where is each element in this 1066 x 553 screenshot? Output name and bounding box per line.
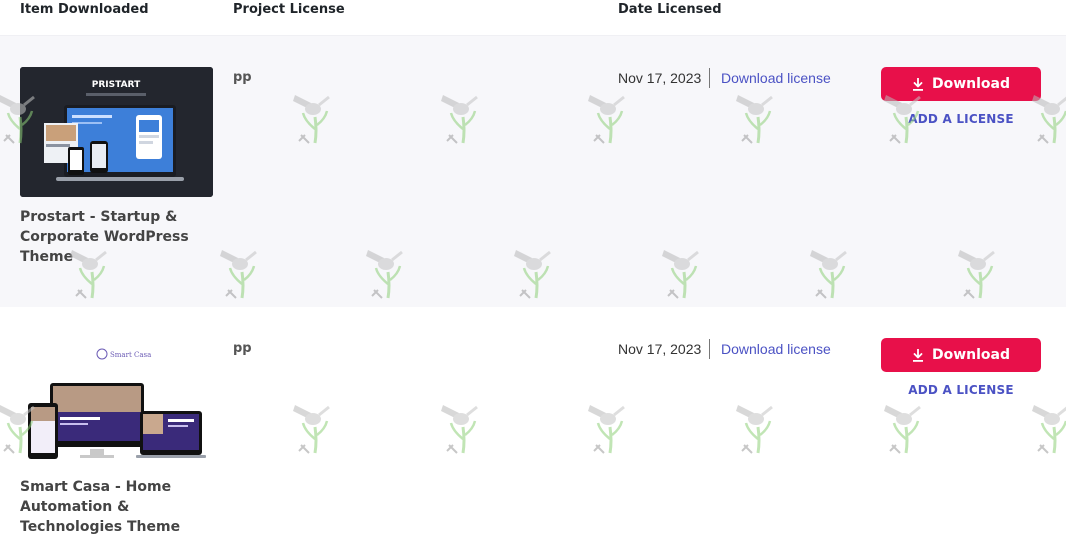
table-row: Smart Casa Smart Casa - Home Automation … [0,307,1066,553]
prostart-preview-image: PRISTART [20,67,213,197]
item-title[interactable]: Prostart - Startup & Corporate WordPress… [20,207,200,267]
thumb-logo: PRISTART [92,80,141,90]
download-license-link[interactable]: Download license [721,341,831,357]
download-button-label: Download [931,347,1011,363]
item-thumbnail[interactable]: Smart Casa [20,337,213,467]
thumb-logo: Smart Casa [110,351,151,359]
date-licensed: Nov 17, 2023 [618,341,702,357]
download-license-link[interactable]: Download license [721,70,831,86]
table-row: PRISTART Prostart - Startup & Corporate … [0,36,1066,307]
download-icon [912,348,923,362]
download-button-label: Download [931,76,1011,92]
table-header: Item Downloaded Project License Date Lic… [0,0,1066,36]
project-license: pp [233,341,252,356]
download-icon [912,77,923,91]
add-license-link[interactable]: ADD A LICENSE [881,112,1041,126]
item-title[interactable]: Smart Casa - Home Automation & Technolog… [20,477,200,537]
header-date-licensed: Date Licensed [618,2,722,17]
item-thumbnail[interactable]: PRISTART [20,67,213,197]
date-licensed: Nov 17, 2023 [618,70,702,86]
header-item-downloaded: Item Downloaded [20,2,149,17]
divider [709,68,710,88]
smart-casa-preview-image: Smart Casa [20,337,213,467]
header-project-license: Project License [233,2,345,17]
download-button[interactable]: Download [881,338,1041,372]
add-license-link[interactable]: ADD A LICENSE [881,383,1041,397]
divider [709,339,710,359]
project-license: pp [233,70,252,85]
download-button[interactable]: Download [881,67,1041,101]
